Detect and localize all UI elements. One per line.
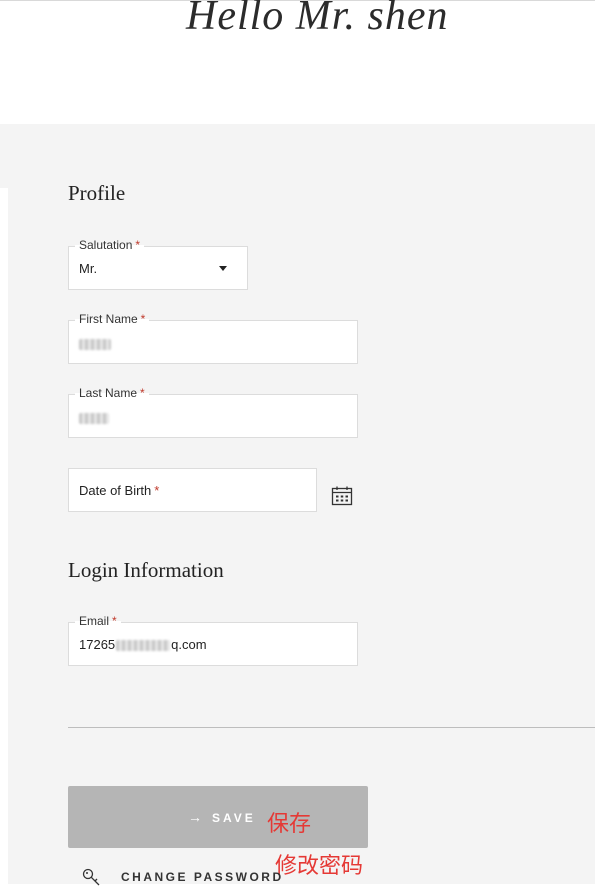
save-button[interactable]: → SAVE: [68, 786, 368, 848]
chevron-down-icon[interactable]: [219, 266, 227, 271]
last-name-value-redacted: [79, 410, 109, 425]
date-of-birth-placeholder-text: Date of Birth: [79, 483, 152, 498]
salutation-value: Mr.: [79, 261, 98, 276]
required-mark: *: [154, 483, 160, 498]
email-label: Email *: [75, 613, 121, 629]
save-button-label: SAVE: [212, 811, 256, 825]
first-name-label: First Name *: [75, 311, 150, 327]
last-name-label: Last Name *: [75, 385, 149, 401]
first-name-value-redacted: [79, 336, 111, 351]
salutation-label: Salutation *: [75, 237, 145, 253]
change-password-annotation: 修改密码: [275, 854, 364, 879]
greeting-heading: Hello Mr. shen: [186, 0, 449, 39]
email-label-text: Email: [79, 614, 110, 628]
save-button-content: → SAVE: [188, 809, 256, 825]
required-mark: *: [140, 312, 146, 326]
email-value-prefix: 17265: [79, 637, 116, 652]
required-mark: *: [135, 238, 141, 252]
last-name-field[interactable]: Last Name *: [68, 385, 358, 438]
redacted-text: [79, 413, 109, 425]
redacted-text: [116, 640, 171, 652]
required-mark: *: [140, 386, 145, 400]
required-mark: *: [112, 614, 117, 628]
save-annotation: 保存: [267, 812, 312, 837]
calendar-icon[interactable]: [331, 486, 353, 506]
change-password-label: CHANGE PASSWORD: [121, 870, 284, 884]
section-divider: [68, 727, 595, 728]
date-of-birth-placeholder: Date of Birth *: [79, 483, 159, 498]
first-name-label-text: First Name: [79, 312, 138, 326]
login-section-title: Login Information: [68, 558, 224, 582]
key-icon: [82, 868, 100, 886]
profile-section-title: Profile: [68, 181, 126, 205]
redacted-text: [79, 339, 111, 351]
date-of-birth-field[interactable]: Date of Birth *: [68, 468, 317, 512]
left-edge-strip: [0, 188, 8, 884]
arrow-right-icon: →: [188, 809, 202, 825]
email-value-suffix: q.com: [171, 637, 207, 652]
salutation-select[interactable]: Salutation * Mr.: [68, 237, 248, 290]
email-value: 17265 q.com: [79, 637, 207, 652]
email-field[interactable]: Email * 17265 q.com: [68, 613, 358, 666]
first-name-field[interactable]: First Name *: [68, 311, 358, 364]
last-name-label-text: Last Name: [79, 386, 138, 400]
salutation-label-text: Salutation: [79, 238, 133, 252]
